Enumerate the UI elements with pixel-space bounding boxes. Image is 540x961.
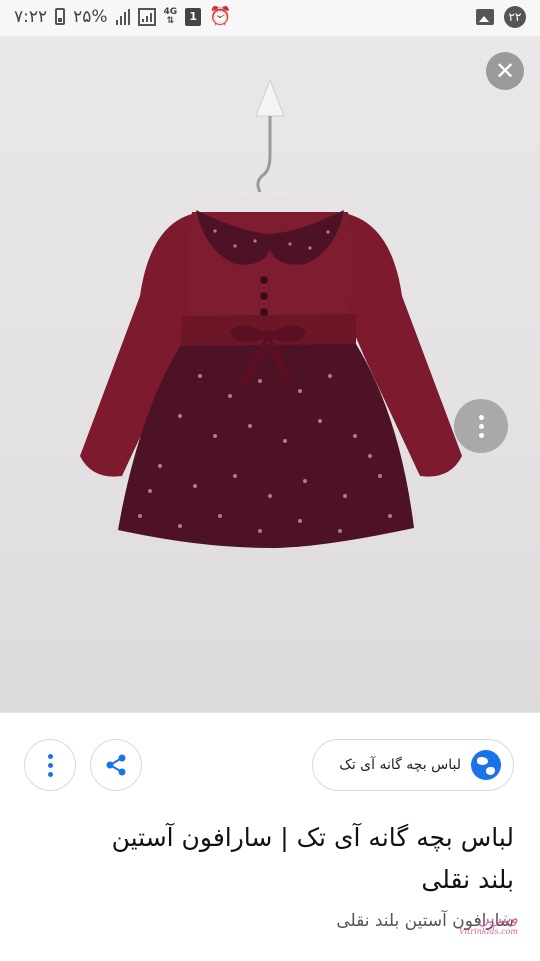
- notification-count-badge: ۲۲: [504, 6, 526, 28]
- result-info-panel: لباس بچه گانه آی تک لباس بچه گانه آی تک …: [0, 712, 540, 961]
- visit-source-button[interactable]: لباس بچه گانه آی تک: [312, 739, 514, 791]
- share-icon: [106, 754, 126, 776]
- watermark-logo: ویترین Vitrinkids.com: [458, 909, 518, 937]
- hanger: [179, 195, 361, 214]
- dress-buttons: [260, 276, 268, 316]
- network-type: 4G ⇅: [163, 6, 178, 26]
- data-saver-icon: [137, 7, 156, 26]
- more-options-button[interactable]: [454, 399, 508, 453]
- sim-icon: 1: [185, 7, 202, 26]
- alarm-icon: ⏰: [209, 6, 232, 27]
- status-right: ۲۲: [476, 6, 526, 28]
- clock: ۷:۲۲: [14, 6, 48, 27]
- status-bar: ۷:۲۲ ۲۵% 4G ⇅ 1 ⏰ ۲۲: [0, 0, 540, 36]
- close-button[interactable]: ✕: [486, 52, 524, 90]
- globe-icon: [471, 750, 501, 780]
- close-icon: ✕: [494, 57, 516, 85]
- image-notification-icon: [476, 9, 494, 25]
- share-button[interactable]: [90, 739, 142, 791]
- battery-icon: [55, 8, 66, 25]
- hanger-hook: [255, 78, 285, 193]
- battery-percent: ۲۵%: [73, 6, 108, 27]
- dress-image: [80, 78, 462, 548]
- source-chip-label: لباس بچه گانه آی تک: [339, 757, 461, 773]
- image-viewer[interactable]: ✕: [0, 36, 540, 712]
- result-title[interactable]: لباس بچه گانه آی تک | سارافون آستین بلند…: [74, 817, 514, 901]
- signal-icon: [115, 8, 130, 25]
- more-menu-button[interactable]: [24, 739, 76, 791]
- more-vert-icon: [47, 753, 53, 777]
- status-left: ۷:۲۲ ۲۵% 4G ⇅ 1 ⏰: [14, 6, 232, 27]
